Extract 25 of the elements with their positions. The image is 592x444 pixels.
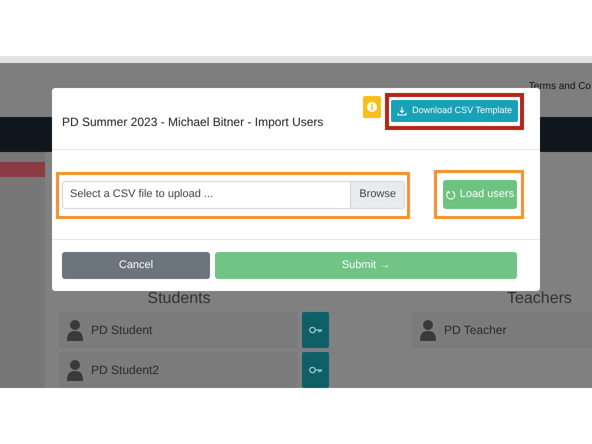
download-icon xyxy=(397,106,408,116)
student-name: PD Student2 xyxy=(91,362,160,379)
student-row[interactable]: PD Student2 xyxy=(59,352,297,388)
dialog-title: PD Summer 2023 - Michael Bitner - Import Users xyxy=(62,114,324,131)
person-icon xyxy=(67,319,83,341)
person-icon xyxy=(67,359,83,381)
load-users-button[interactable]: Load users xyxy=(443,180,517,209)
cancel-button[interactable]: Cancel xyxy=(62,252,210,279)
download-template-button[interactable]: Download CSV Template xyxy=(391,100,518,122)
key-button[interactable] xyxy=(302,352,329,388)
key-button[interactable] xyxy=(302,312,329,348)
student-row[interactable]: PD Student xyxy=(59,312,297,348)
teacher-row[interactable]: PD Teacher xyxy=(412,312,592,348)
browse-button[interactable]: Browse xyxy=(350,182,404,208)
teachers-heading: Teachers xyxy=(506,290,573,308)
key-icon xyxy=(308,326,322,334)
refresh-icon xyxy=(446,190,456,200)
students-heading: Students xyxy=(146,290,212,308)
student-name: PD Student xyxy=(91,322,152,339)
submit-button[interactable]: Submit → xyxy=(215,252,517,279)
person-icon xyxy=(420,319,436,341)
file-placeholder: Select a CSV file to upload ... xyxy=(69,187,214,202)
teacher-name: PD Teacher xyxy=(444,322,506,339)
file-upload-field[interactable]: Select a CSV file to upload ... Browse xyxy=(62,180,405,208)
key-icon xyxy=(308,366,322,374)
